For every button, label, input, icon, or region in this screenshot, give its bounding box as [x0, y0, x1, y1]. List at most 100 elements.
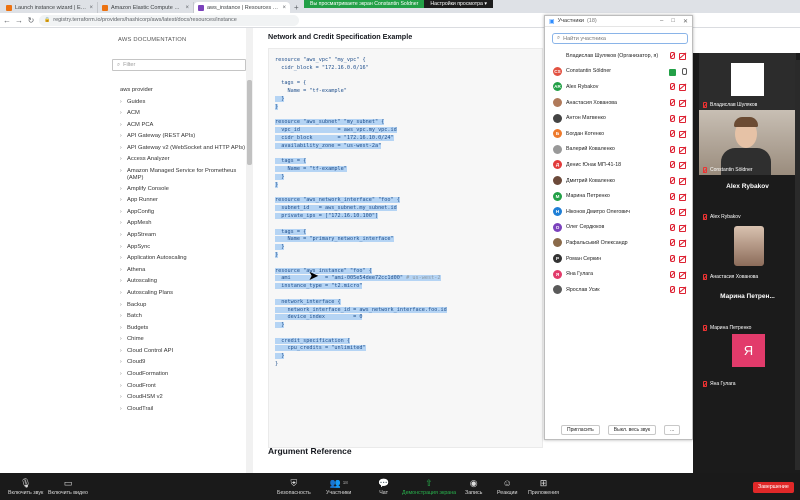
sidebar-nav-item[interactable]: › Access Analyzer: [120, 154, 246, 166]
sidebar-nav-item[interactable]: › Athena: [120, 265, 246, 277]
sidebar-scrollbar-thumb[interactable]: [247, 80, 252, 165]
code-block[interactable]: resource "aws_vpc" "my_vpc" { cidr_block…: [268, 48, 543, 448]
participant-row[interactable]: Рафальський Олександр: [545, 235, 692, 251]
browser-tab[interactable]: aws_instance | Resources | hashi×: [194, 2, 290, 13]
sidebar-nav-item[interactable]: › Autoscaling Plans: [120, 288, 246, 300]
view-options-button[interactable]: Настройки просмотра ▾: [424, 0, 493, 8]
mic-muted-icon: [702, 214, 707, 220]
sidebar-nav-item[interactable]: › Cloud Control API: [120, 346, 246, 358]
sidebar-nav-item[interactable]: › Amazon Managed Service for Prometheus (…: [120, 166, 246, 184]
sidebar-nav-item[interactable]: › ACM: [120, 108, 246, 120]
participant-row[interactable]: AR Alex Rybakov: [545, 79, 692, 95]
start-video-button[interactable]: ▭ Включить видео: [48, 473, 88, 500]
mute-all-button[interactable]: Выкл. весь звук: [607, 425, 657, 435]
close-tab-icon[interactable]: ×: [282, 5, 286, 11]
camera-icon: [669, 68, 676, 76]
close-icon[interactable]: ✕: [683, 18, 688, 25]
code-line: vpc_id = aws_vpc.my_vpc.id: [275, 127, 447, 135]
sidebar-nav-item[interactable]: › App Runner: [120, 195, 246, 207]
video-tile-name-text: Alex Rybakov: [710, 214, 741, 220]
video-tile[interactable]: Анастасия Хованова: [699, 222, 796, 282]
sidebar-nav-item[interactable]: › Amplify Console: [120, 184, 246, 196]
argument-reference-heading: Argument Reference: [268, 446, 352, 456]
sidebar-nav-item[interactable]: › API Gateway (REST APIs): [120, 131, 246, 143]
invite-button[interactable]: Пригласить: [561, 425, 600, 435]
filter-input[interactable]: ⌕ Filter: [112, 59, 246, 71]
participants-title-bar: ▣ Участники (18) – □ ✕: [545, 16, 692, 27]
chat-icon: 💬: [378, 477, 390, 488]
sidebar-nav-item[interactable]: › AppMesh: [120, 218, 246, 230]
video-tile[interactable]: Я Яна Гулага: [699, 333, 796, 389]
sidebar-nav-item[interactable]: › Backup: [120, 300, 246, 312]
video-tile[interactable]: Владислав Шуляков: [699, 53, 796, 110]
video-tile[interactable]: Constantin Söldner: [699, 110, 796, 175]
participant-row[interactable]: Анастасия Хованова: [545, 95, 692, 111]
chat-button[interactable]: 💬 Чат: [378, 473, 389, 500]
browser-tab[interactable]: Launch instance wizard | EC2 Ma×: [2, 2, 98, 13]
video-scrollbar[interactable]: [795, 60, 800, 470]
close-tab-icon[interactable]: ×: [185, 5, 189, 11]
participant-video: [699, 110, 796, 175]
sidebar-nav-item[interactable]: › Application Autoscaling: [120, 253, 246, 265]
participant-row[interactable]: Ярослав Усик: [545, 282, 692, 298]
sidebar-nav-item[interactable]: › Budgets: [120, 323, 246, 335]
forward-icon[interactable]: →: [15, 16, 23, 25]
sidebar-nav-item[interactable]: › ACM PCA: [120, 120, 246, 132]
participant-row[interactable]: Я Яна Гулага: [545, 266, 692, 282]
sidebar-nav-item[interactable]: › Guides: [120, 97, 246, 109]
security-button[interactable]: ⛨ Безопасность: [277, 473, 311, 500]
record-button[interactable]: ◉ Запись: [465, 473, 482, 500]
video-tile[interactable]: Марина Петрен... Марина Петренко: [699, 282, 796, 333]
participant-avatar: [553, 285, 562, 295]
share-screen-button[interactable]: ⇧ Демонстрация экрана: [402, 473, 456, 500]
apps-button[interactable]: ⊞ Приложения: [528, 473, 559, 500]
end-meeting-button[interactable]: Завершение: [753, 482, 794, 493]
participant-row[interactable]: Б Богдан Котенко: [545, 126, 692, 142]
maximize-icon[interactable]: □: [671, 18, 675, 25]
participant-row[interactable]: О Олег Сердюков: [545, 220, 692, 236]
close-tab-icon[interactable]: ×: [89, 5, 93, 11]
browser-tab[interactable]: Amazon Elastic Compute Cloud ×: [98, 2, 194, 13]
participant-row[interactable]: Д Денис Юнак МП-41-18: [545, 157, 692, 173]
more-button[interactable]: ...: [664, 425, 681, 435]
sidebar-nav-label: AppConfig: [127, 208, 155, 215]
video-tile-name-text: Владислав Шуляков: [710, 102, 758, 108]
sidebar-nav-item[interactable]: › AppStream: [120, 230, 246, 242]
participant-row[interactable]: Дмитрий Коваленко: [545, 173, 692, 189]
back-icon[interactable]: ←: [3, 16, 11, 25]
sidebar-nav-item[interactable]: › Batch: [120, 311, 246, 323]
chevron-right-icon: ›: [120, 405, 122, 412]
sidebar-nav-item[interactable]: › CloudFormation: [120, 369, 246, 381]
sidebar-nav-item[interactable]: aws provider: [120, 85, 246, 97]
url-field[interactable]: 🔒 registry.terraform.io/providers/hashic…: [39, 14, 299, 26]
video-tile[interactable]: Alex Rybakov Alex Rybakov: [699, 175, 796, 222]
participants-button[interactable]: 👥 18 Участники: [326, 473, 351, 500]
sidebar-nav-item[interactable]: › API Gateway v2 (WebSocket and HTTP APIs…: [120, 143, 246, 154]
reactions-button[interactable]: ☺ Реакции: [497, 473, 517, 500]
participant-row[interactable]: CS Constantin Söldner: [545, 64, 692, 80]
unmute-button[interactable]: 🎙 Включить звук: [8, 473, 43, 500]
participant-search-input[interactable]: ⌕ Найти участника: [552, 33, 688, 44]
sidebar-nav-item[interactable]: › CloudFront: [120, 381, 246, 393]
code-line: }: [275, 95, 447, 104]
sidebar-nav-item[interactable]: › Autoscaling: [120, 276, 246, 288]
sidebar-nav-item[interactable]: › CloudTrail: [120, 404, 246, 416]
participant-row[interactable]: Владислав Шуляков (Организатор, я): [545, 48, 692, 64]
sidebar-nav-item[interactable]: › AppConfig: [120, 207, 246, 219]
participant-row[interactable]: P Роман Серкин: [545, 251, 692, 267]
participant-status-icons: [669, 239, 692, 248]
sidebar-nav-item[interactable]: › CloudHSM v2: [120, 392, 246, 404]
reload-icon[interactable]: ↻: [27, 16, 35, 25]
code-line-text: resource "aws_network_interface" "foo" {: [275, 197, 400, 204]
participant-row[interactable]: Н Ніконов Дмитро Олегович: [545, 204, 692, 220]
lock-icon: 🔒: [44, 17, 51, 23]
participant-row[interactable]: Валерий Коваленко: [545, 142, 692, 158]
sidebar-nav-item[interactable]: › AppSync: [120, 242, 246, 254]
participant-row[interactable]: М Марина Петренко: [545, 188, 692, 204]
code-line-text: }: [275, 353, 285, 360]
sidebar-nav-item[interactable]: › Cloud9: [120, 357, 246, 369]
new-tab-icon[interactable]: +: [290, 2, 303, 13]
participant-row[interactable]: Антон Матвенко: [545, 110, 692, 126]
sidebar-nav-item[interactable]: › Chime: [120, 334, 246, 346]
minimize-icon[interactable]: –: [660, 18, 663, 25]
